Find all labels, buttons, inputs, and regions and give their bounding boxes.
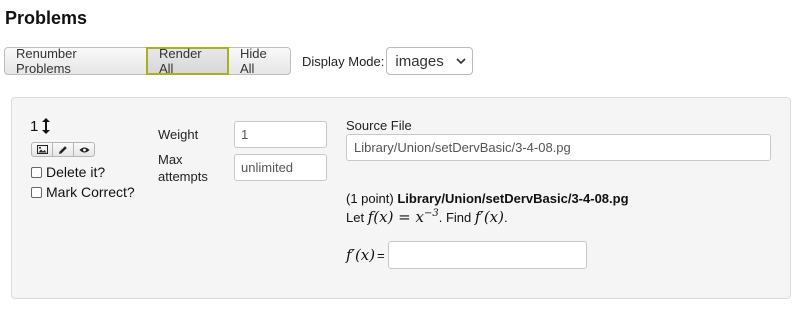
arrows-vertical-icon[interactable]	[41, 117, 51, 135]
view-problem-button[interactable]	[73, 142, 95, 157]
problem-number: 1	[30, 117, 51, 135]
max-attempts-value: unlimited	[241, 160, 294, 175]
mark-correct-label: Mark Correct?	[46, 184, 135, 200]
max-attempts-label: Max attempts	[158, 151, 208, 185]
statement-math-exponent: −3	[423, 208, 439, 219]
page-title: Problems	[5, 8, 88, 28]
problem-number-text: 1	[30, 117, 39, 135]
problem-statement: Let f(x) = x−3 . Find f′(x) .	[346, 208, 508, 226]
render-all-button[interactable]: Render All	[146, 46, 229, 76]
statement-math-derivative: f′(x)	[474, 208, 504, 226]
pencil-icon	[59, 145, 67, 154]
source-file-label: Source File	[346, 118, 412, 133]
answer-math-label: f′(x)	[346, 246, 376, 264]
points-text: (1 point)	[346, 191, 394, 206]
delete-label: Delete it?	[46, 164, 106, 180]
problem-path: Library/Union/setDervBasic/3-4-08.pg	[397, 191, 629, 206]
mark-correct-checkbox[interactable]	[31, 186, 42, 198]
answer-row: f′(x) =	[346, 241, 587, 269]
max-attempts-label-line2: attempts	[158, 169, 208, 184]
toolbar: Renumber Problems Render All Hide All Di…	[4, 46, 474, 76]
statement-let: Let	[346, 210, 365, 225]
display-mode-label: Display Mode:	[302, 53, 385, 69]
problem-action-buttons	[31, 142, 95, 157]
source-file-input[interactable]: Library/Union/setDervBasic/3-4-08.pg	[346, 134, 771, 161]
statement-math-function: f(x) = x−3	[368, 208, 439, 226]
display-mode-value: images	[395, 52, 444, 70]
answer-input[interactable]	[387, 241, 587, 269]
statement-find: . Find	[438, 210, 472, 225]
render-image-button[interactable]	[31, 142, 53, 157]
display-mode-select[interactable]: images	[386, 47, 474, 75]
chevron-down-icon	[456, 58, 466, 65]
answer-equals: =	[377, 247, 385, 263]
max-attempts-input[interactable]: unlimited	[234, 154, 327, 181]
renumber-problems-button[interactable]: Renumber Problems	[4, 46, 147, 76]
weight-input[interactable]: 1	[234, 121, 327, 148]
statement-math-base: f(x) = x	[367, 208, 424, 226]
image-icon	[36, 145, 48, 154]
problem-header: (1 point) Library/Union/setDervBasic/3-4…	[346, 191, 629, 206]
delete-checkbox-row: Delete it?	[31, 164, 105, 180]
edit-problem-button[interactable]	[52, 142, 74, 157]
statement-end: .	[504, 210, 508, 225]
eye-icon	[79, 147, 89, 152]
max-attempts-label-line1: Max	[158, 152, 183, 167]
weight-value: 1	[241, 127, 249, 142]
delete-checkbox[interactable]	[31, 166, 42, 178]
hide-all-button[interactable]: Hide All	[228, 46, 291, 76]
weight-label: Weight	[158, 127, 199, 142]
mark-correct-row: Mark Correct?	[31, 184, 135, 200]
problem-panel: 1 Delete it? Mark Correct? Weight 1 Max …	[11, 97, 791, 299]
source-file-value: Library/Union/setDervBasic/3-4-08.pg	[354, 140, 571, 155]
